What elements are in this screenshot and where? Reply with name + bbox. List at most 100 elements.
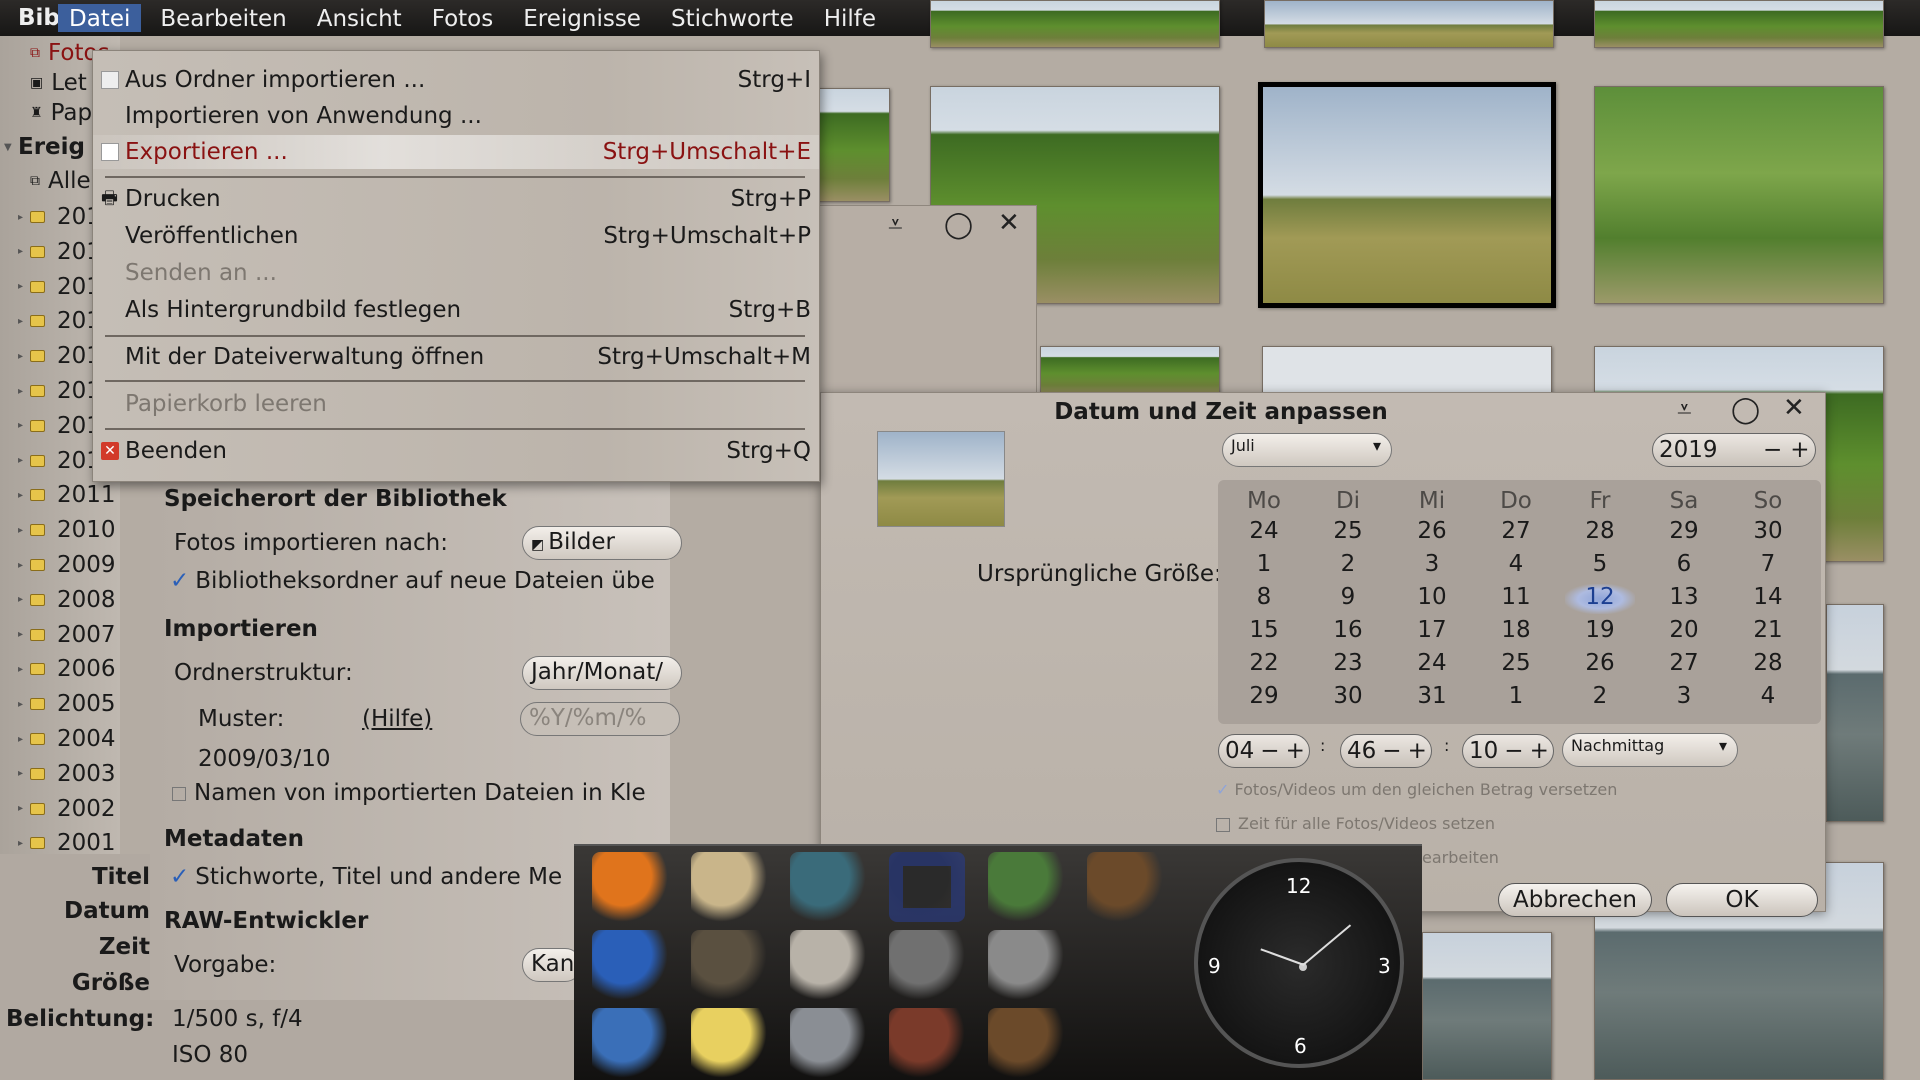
ok-button[interactable]: OK bbox=[1666, 883, 1818, 917]
calendar-day[interactable]: 29 bbox=[1649, 518, 1719, 548]
sidebar-year-item[interactable]: ▸ 201 bbox=[0, 376, 101, 406]
sidebar-year-item[interactable]: ▸ 201 bbox=[0, 446, 101, 476]
sidebar-year-item[interactable]: ▸ 2002 bbox=[0, 794, 116, 824]
photo-thumbnail[interactable] bbox=[930, 0, 1220, 48]
photo-thumbnail[interactable] bbox=[1264, 0, 1554, 48]
calculator-icon[interactable] bbox=[790, 930, 866, 1000]
menu-stichworte[interactable]: Stichworte bbox=[660, 4, 805, 32]
plus-icon[interactable]: + bbox=[1530, 738, 1549, 764]
sidebar-year-item[interactable]: ▸ 201 bbox=[0, 272, 101, 302]
menu-ereignisse[interactable]: Ereignisse bbox=[512, 4, 652, 32]
calendar-day[interactable]: 1 bbox=[1481, 683, 1551, 713]
camera-icon[interactable] bbox=[889, 852, 965, 922]
old-camera-icon[interactable] bbox=[889, 1008, 965, 1078]
menu-item-import-app[interactable]: Importieren von Anwendung ... bbox=[93, 99, 819, 133]
plus-icon[interactable]: + bbox=[1286, 738, 1305, 764]
folder-structure-combo[interactable]: Jahr/Monat/ bbox=[522, 656, 682, 690]
calendar-day[interactable]: 8 bbox=[1229, 584, 1299, 614]
photo-thumbnail-selected[interactable] bbox=[1258, 82, 1556, 308]
calendar-day[interactable]: 13 bbox=[1649, 584, 1719, 614]
menu-item-publish[interactable]: Veröffentlichen Strg+Umschalt+P bbox=[93, 219, 819, 253]
calendar-day[interactable]: 25 bbox=[1313, 518, 1383, 548]
calendar-day[interactable]: 2 bbox=[1565, 683, 1635, 713]
menu-ansicht[interactable]: Ansicht bbox=[306, 4, 413, 32]
close-icon[interactable]: ✕ bbox=[998, 208, 1020, 238]
thunderbird-icon[interactable] bbox=[592, 1008, 668, 1078]
screen-icon[interactable] bbox=[691, 930, 767, 1000]
calendar-day[interactable]: 20 bbox=[1649, 617, 1719, 647]
menu-item-empty-trash[interactable]: Papierkorb leeren bbox=[93, 387, 819, 421]
calendar-day[interactable]: 24 bbox=[1229, 518, 1299, 548]
menu-item-quit[interactable]: ✕ Beenden Strg+Q bbox=[93, 434, 819, 468]
calendar-day[interactable]: 16 bbox=[1313, 617, 1383, 647]
calendar-day[interactable]: 28 bbox=[1733, 650, 1803, 680]
menu-fotos[interactable]: Fotos bbox=[421, 4, 505, 32]
radio-icon[interactable] bbox=[1087, 852, 1163, 922]
calendar-day[interactable]: 1 bbox=[1229, 551, 1299, 581]
calendar-day[interactable]: 17 bbox=[1397, 617, 1467, 647]
menu-item-send-to[interactable]: Senden an ... bbox=[93, 256, 819, 290]
menu-item-open-file-manager[interactable]: Mit der Dateiverwaltung öffnen Strg+Umsch… bbox=[93, 340, 819, 374]
calendar-day[interactable]: 30 bbox=[1733, 518, 1803, 548]
calendar-day[interactable]: 25 bbox=[1481, 650, 1551, 680]
network-icon[interactable] bbox=[988, 852, 1064, 922]
photo-thumbnail[interactable] bbox=[1594, 86, 1884, 304]
minus-icon[interactable]: − bbox=[1382, 738, 1401, 764]
sidebar-year-item[interactable]: ▸ 2011 bbox=[0, 480, 116, 510]
menu-datei[interactable]: Datei bbox=[58, 4, 142, 32]
minus-icon[interactable]: − bbox=[1763, 437, 1782, 463]
sidebar-year-item[interactable]: ▸ 2001 bbox=[0, 828, 116, 854]
sidebar-year-item[interactable]: ▸ 201 bbox=[0, 341, 101, 371]
minus-icon[interactable]: − bbox=[1504, 738, 1523, 764]
pattern-input[interactable]: %Y/%m/% bbox=[520, 702, 680, 736]
calendar-day[interactable]: 9 bbox=[1313, 584, 1383, 614]
calendar-day[interactable]: 11 bbox=[1481, 584, 1551, 614]
tv-icon[interactable] bbox=[988, 1008, 1064, 1078]
sidebar-year-item[interactable]: ▸ 201 bbox=[0, 306, 101, 336]
calendar-day[interactable]: 27 bbox=[1481, 518, 1551, 548]
second-spinner[interactable]: 10− + bbox=[1462, 734, 1554, 768]
calendar-day[interactable]: 4 bbox=[1733, 683, 1803, 713]
photo-thumbnail[interactable] bbox=[1040, 346, 1220, 396]
close-icon[interactable]: ✕ bbox=[1783, 393, 1805, 423]
hour-spinner[interactable]: 04− + bbox=[1218, 734, 1310, 768]
maximize-icon[interactable]: ◯ bbox=[944, 210, 973, 240]
sidebar-year-item[interactable]: ▸ 201 bbox=[0, 411, 101, 441]
lowercase-checkbox[interactable]: Namen von importierten Dateien in Kle bbox=[172, 780, 646, 806]
notes-icon[interactable] bbox=[691, 1008, 767, 1078]
calendar-day[interactable]: 3 bbox=[1397, 551, 1467, 581]
menu-hilfe[interactable]: Hilfe bbox=[813, 4, 887, 32]
metadata-checkbox[interactable]: ✓ Stichworte, Titel und andere Me bbox=[170, 864, 562, 890]
sidebar-item-trash[interactable]: ♜ Pap bbox=[0, 98, 92, 128]
firefox-icon[interactable] bbox=[592, 852, 668, 922]
calendar-day[interactable]: 28 bbox=[1565, 518, 1635, 548]
sidebar-events-header[interactable]: ▼ Ereig bbox=[0, 132, 85, 162]
cancel-button[interactable]: Abbrechen bbox=[1498, 883, 1652, 917]
photo-thumbnail[interactable] bbox=[810, 88, 890, 202]
calendar-day[interactable]: 5 bbox=[1565, 551, 1635, 581]
projector-icon[interactable] bbox=[988, 930, 1064, 1000]
sidebar-year-item[interactable]: ▸ 2008 bbox=[0, 585, 116, 615]
typewriter-icon[interactable] bbox=[790, 852, 866, 922]
sidebar-year-item[interactable]: ▸ 2009 bbox=[0, 550, 116, 580]
menu-item-print[interactable]: 🖶 Drucken Strg+P bbox=[93, 182, 819, 216]
import-to-combo[interactable]: ◩ Bilder bbox=[522, 526, 682, 560]
month-combo[interactable]: Juli ▾ bbox=[1222, 433, 1392, 467]
calendar-day[interactable]: 6 bbox=[1649, 551, 1719, 581]
sidebar-year-item[interactable]: ▸ 2004 bbox=[0, 724, 116, 754]
globe-icon[interactable] bbox=[592, 930, 668, 1000]
calendar-day[interactable]: 18 bbox=[1481, 617, 1551, 647]
sidebar-year-item[interactable]: ▸ 2006 bbox=[0, 654, 116, 684]
scanner-icon[interactable] bbox=[790, 1008, 866, 1078]
photo-thumbnail[interactable] bbox=[1422, 932, 1552, 1080]
shade-icon[interactable]: ⩡ bbox=[888, 210, 903, 241]
calendar-day[interactable]: 21 bbox=[1733, 617, 1803, 647]
minus-icon[interactable]: − bbox=[1260, 738, 1279, 764]
calendar-day[interactable]: 7 bbox=[1733, 551, 1803, 581]
plus-icon[interactable]: + bbox=[1790, 437, 1809, 463]
shift-all-option[interactable]: ✓ Fotos/Videos um den gleichen Betrag ve… bbox=[1216, 780, 1617, 799]
sidebar-year-item[interactable]: ▸ 2007 bbox=[0, 620, 116, 650]
archive-icon[interactable] bbox=[691, 852, 767, 922]
sidebar-item-all-events[interactable]: ⧉ Alle bbox=[0, 166, 91, 196]
preset-combo[interactable]: Kan bbox=[522, 948, 582, 982]
